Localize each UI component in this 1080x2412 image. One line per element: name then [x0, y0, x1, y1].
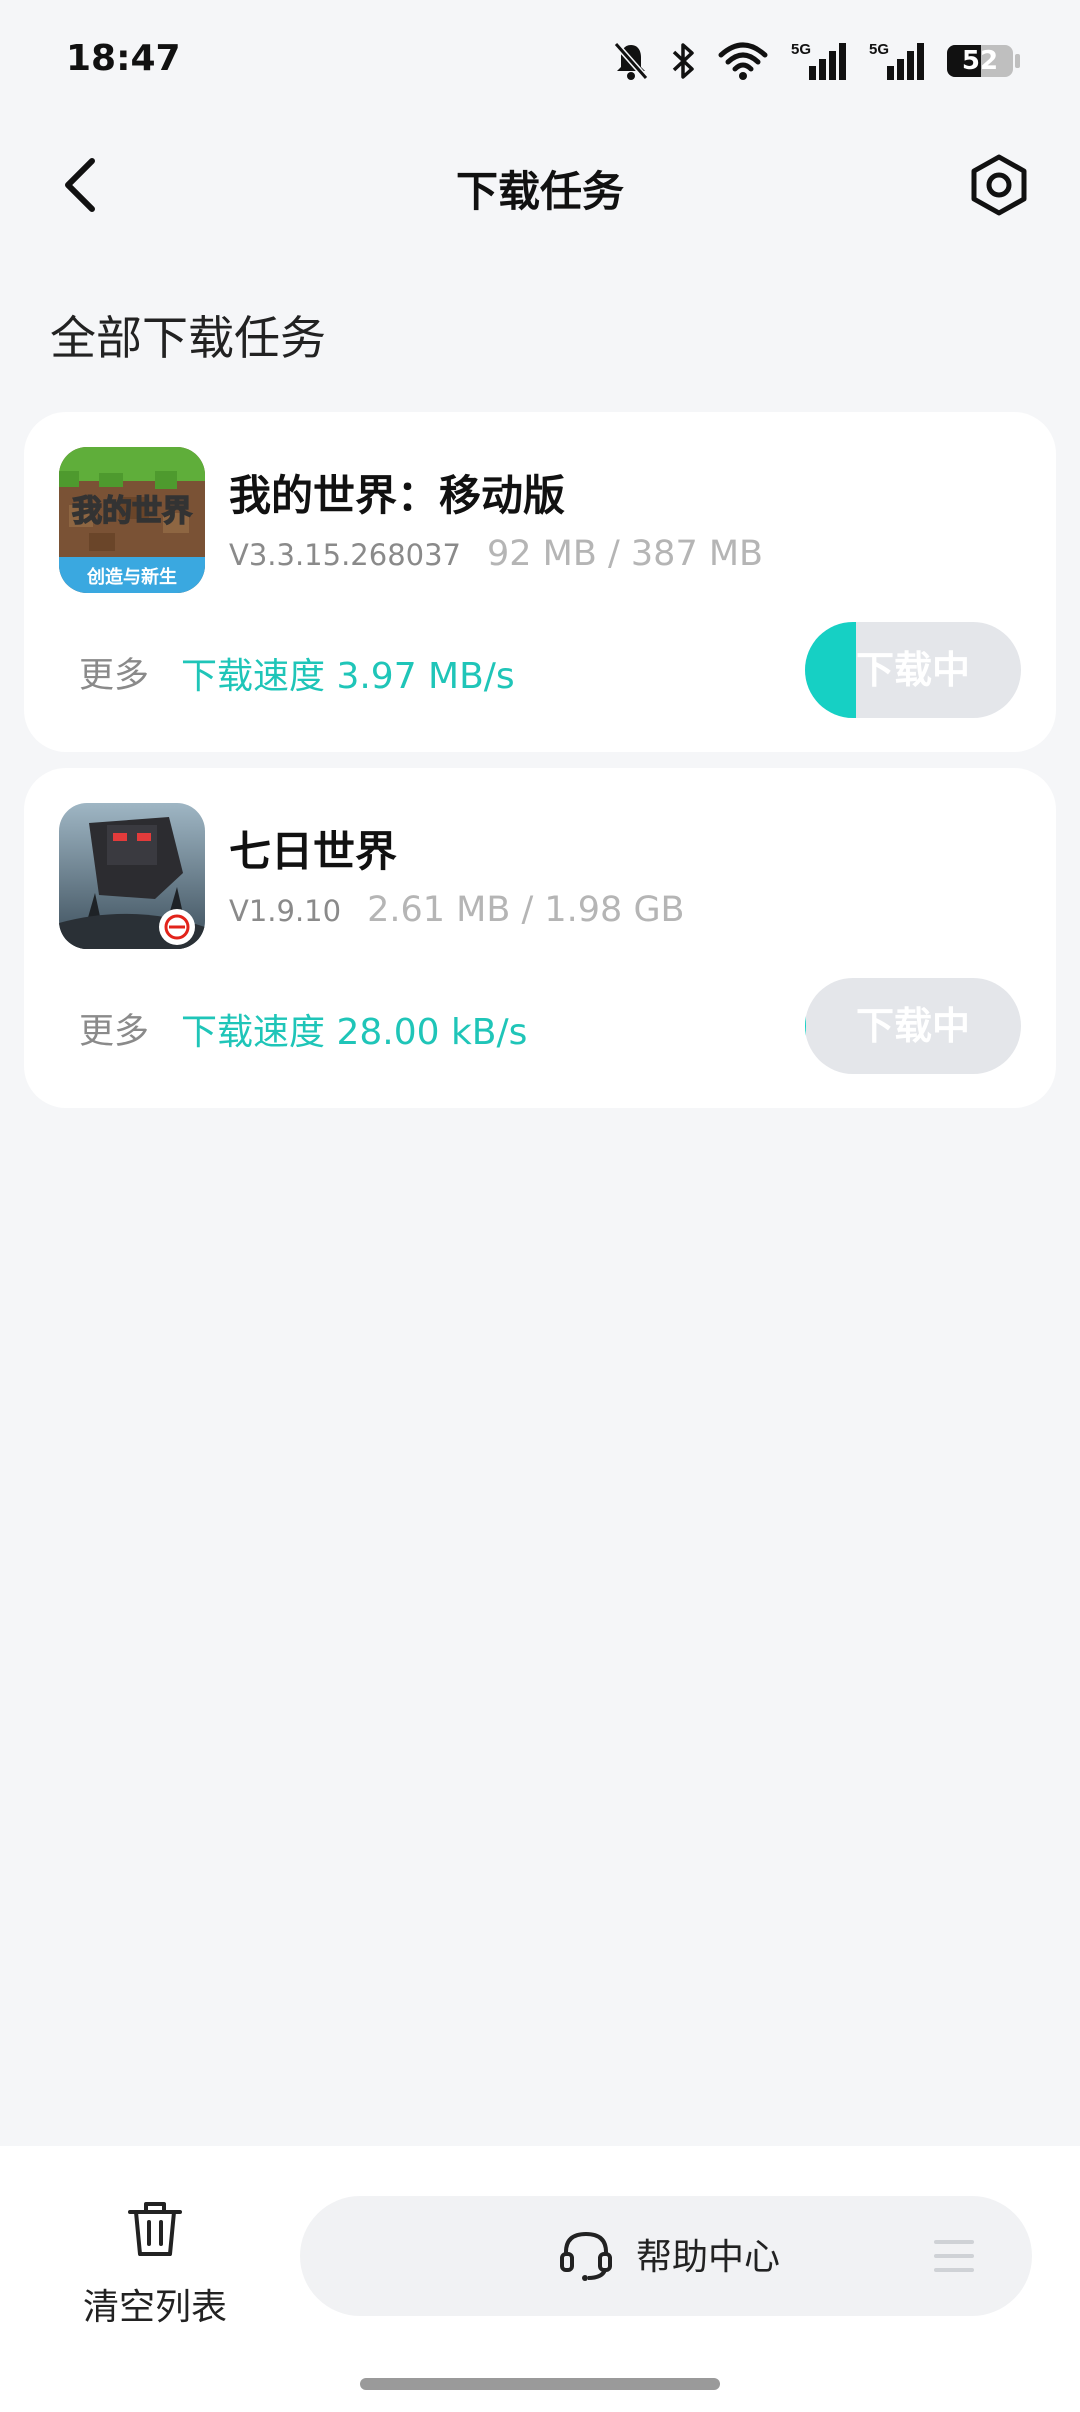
svg-text:5G: 5G — [791, 41, 811, 58]
trash-icon — [128, 2202, 182, 2256]
app-name: 我的世界：移动版 — [229, 471, 566, 520]
download-speed: 下载速度 3.97 MB/s — [181, 656, 515, 697]
settings-button[interactable] — [964, 150, 1034, 220]
battery-icon: 52 — [947, 45, 1013, 77]
icon-subtitle-text: 创造与新生 — [86, 566, 177, 588]
menu-icon[interactable] — [934, 2238, 974, 2274]
svg-text:5G: 5G — [869, 41, 889, 58]
help-center-content: 帮助中心 — [558, 2226, 780, 2282]
download-speed: 下载速度 28.00 kB/s — [181, 1012, 528, 1053]
clear-list-label: 清空列表 — [82, 2287, 227, 2328]
download-size: 2.61 MB / 1.98 GB — [367, 890, 685, 930]
minecraft-app-icon: 我的世界 创造与新生 — [59, 447, 205, 593]
app-version: V3.3.15.268037 — [229, 538, 461, 572]
bluetooth-icon — [672, 43, 694, 79]
section-title: 全部下载任务 — [50, 311, 326, 365]
more-link[interactable]: 更多 — [79, 647, 149, 698]
icon-title-text: 我的世界 — [72, 494, 192, 529]
downloading-button[interactable]: 下载中 — [805, 622, 1021, 718]
seven-days-world-app-icon — [59, 803, 205, 949]
download-task-card[interactable]: 七日世界 V1.9.10 2.61 MB / 1.98 GB 更多 下载速度 2… — [24, 768, 1056, 1108]
downloading-label: 下载中 — [855, 648, 970, 692]
signal-5g-icon: 5G — [791, 41, 846, 80]
downloading-button[interactable]: 下载中 — [805, 978, 1021, 1074]
header: 下载任务 — [0, 140, 1080, 230]
app-name: 七日世界 — [229, 827, 398, 876]
download-task-card[interactable]: 我的世界 创造与新生 我的世界：移动版 V3.3.15.268037 92 MB… — [24, 412, 1056, 752]
hexagon-settings-icon — [971, 154, 1027, 216]
help-center-button[interactable]: 帮助中心 — [300, 2196, 1032, 2316]
bottom-bar: 清空列表 帮助中心 — [0, 2146, 1080, 2412]
more-link[interactable]: 更多 — [79, 1003, 149, 1054]
bell-off-icon — [613, 42, 649, 80]
battery-level: 52 — [961, 46, 999, 76]
downloading-label: 下载中 — [855, 1004, 970, 1048]
headset-icon — [560, 2231, 612, 2281]
wifi-icon — [718, 42, 768, 80]
status-bar: 18:47 5G 5G 52 — [0, 0, 1080, 120]
status-time: 18:47 — [66, 38, 181, 79]
app-version: V1.9.10 — [229, 894, 342, 928]
signal-5g-icon: 5G — [869, 41, 924, 80]
download-size: 92 MB / 387 MB — [487, 534, 764, 574]
app-meta: V1.9.10 2.61 MB / 1.98 GB — [229, 890, 685, 930]
clear-list-button[interactable]: 清空列表 — [70, 2198, 240, 2328]
page-title: 下载任务 — [455, 167, 624, 216]
help-center-label: 帮助中心 — [636, 2237, 781, 2278]
app-meta: V3.3.15.268037 92 MB / 387 MB — [229, 534, 763, 574]
home-indicator[interactable] — [360, 2378, 720, 2390]
status-icons: 5G 5G 52 — [613, 36, 1020, 86]
battery-tip — [1015, 54, 1020, 68]
